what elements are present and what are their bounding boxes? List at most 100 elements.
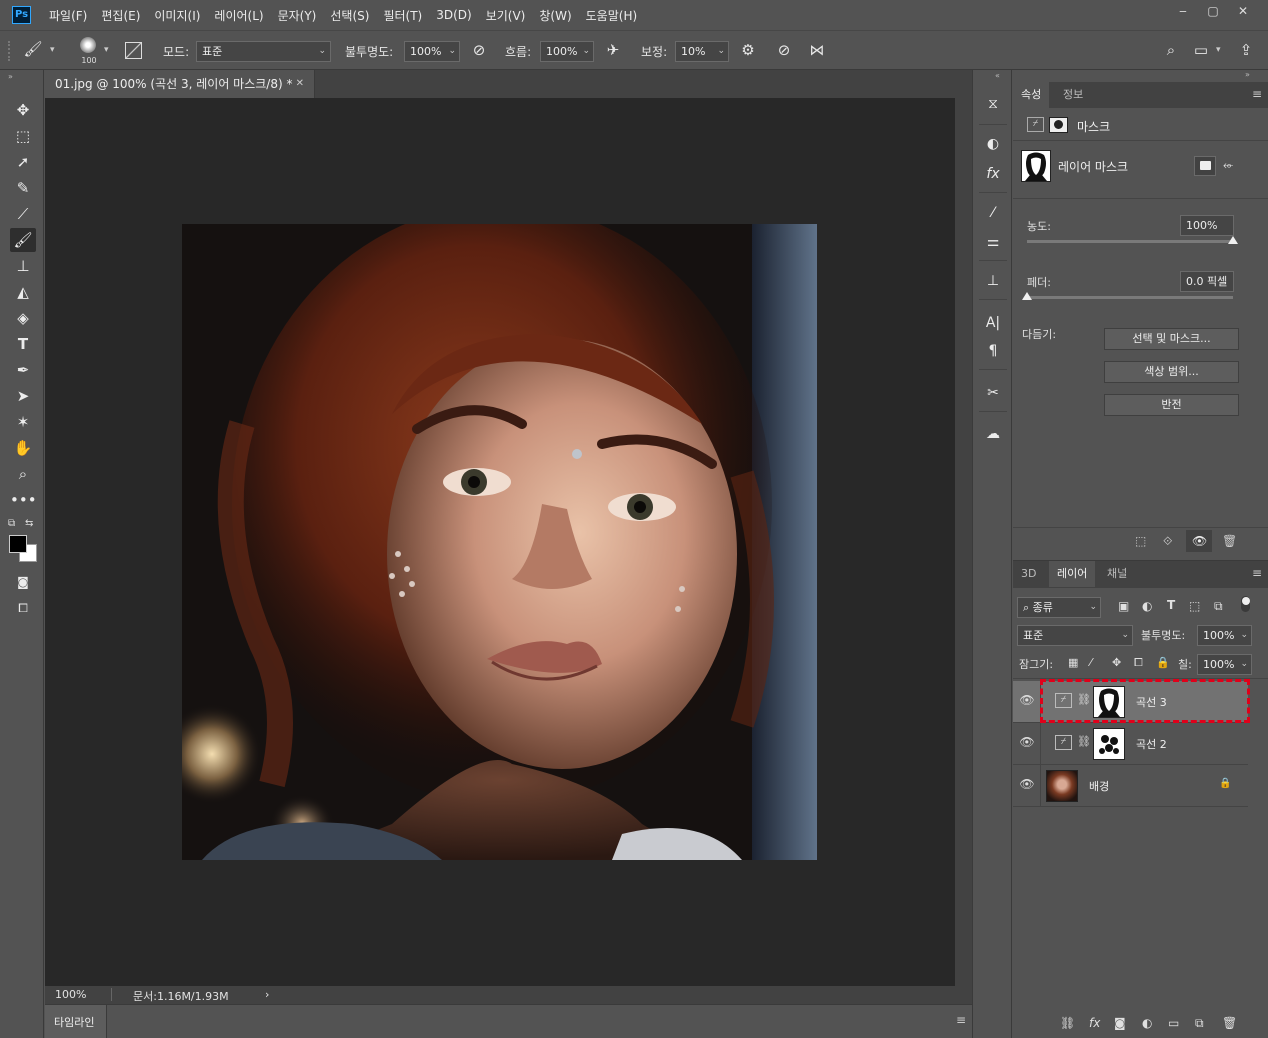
lasso-tool-icon[interactable]: ➚: [10, 150, 36, 174]
apply-mask-icon[interactable]: ⟐: [1163, 534, 1172, 549]
link-icon[interactable]: ⛓: [1077, 693, 1091, 706]
tab-channels[interactable]: 채널: [1099, 561, 1135, 587]
menu-file[interactable]: 파일(F): [42, 7, 94, 24]
eye-icon[interactable]: 👁: [1019, 735, 1035, 749]
eraser-tool-icon[interactable]: ◭: [10, 280, 36, 304]
layer-row[interactable]: 👁 ⌿ ⛓ 곡선 2: [1013, 723, 1248, 765]
foreground-color-swatch[interactable]: [9, 535, 27, 553]
invert-button[interactable]: 반전: [1104, 394, 1239, 416]
adjustment-filter-icon[interactable]: ◐: [1142, 599, 1152, 613]
mode-select[interactable]: 표준 ⌄: [196, 41, 331, 62]
layer-row[interactable]: 👁 배경 🔒: [1013, 765, 1248, 807]
layer-opacity-input[interactable]: 100% ⌄: [1197, 625, 1252, 646]
menu-layer[interactable]: 레이어(L): [207, 7, 270, 24]
menu-help[interactable]: 도움말(H): [579, 7, 645, 24]
paragraph-icon[interactable]: ¶: [981, 339, 1005, 363]
default-colors-icon[interactable]: ⧉: [8, 518, 15, 529]
collapse-icon[interactable]: «: [995, 71, 1000, 80]
curves-adjustment-icon[interactable]: ⌿: [1027, 117, 1044, 132]
tab-layers[interactable]: 레이어: [1049, 561, 1096, 587]
density-input[interactable]: 100%: [1180, 215, 1234, 236]
brush-preset-icon[interactable]: [80, 37, 96, 53]
hand-tool-icon[interactable]: ✋: [10, 436, 36, 460]
menu-3d[interactable]: 3D(D): [429, 8, 478, 22]
new-layer-icon[interactable]: ⧉: [1195, 1016, 1204, 1031]
menu-select[interactable]: 선택(S): [323, 7, 376, 24]
workspace-icon[interactable]: ▭: [1190, 41, 1212, 59]
tools-presets-icon[interactable]: ✂: [981, 381, 1005, 405]
chevron-down-icon[interactable]: ▾: [1216, 45, 1221, 55]
lock-artboard-icon[interactable]: ⧠: [1134, 656, 1143, 670]
menu-window[interactable]: 창(W): [532, 7, 578, 24]
path-select-tool-icon[interactable]: ➤: [10, 384, 36, 408]
character-icon[interactable]: A|: [981, 311, 1005, 335]
lock-position-icon[interactable]: ✥: [1112, 656, 1121, 669]
new-adjustment-icon[interactable]: ◐: [1142, 1016, 1152, 1030]
mask-icon[interactable]: [1049, 117, 1068, 133]
gear-icon[interactable]: ⚙: [737, 41, 759, 59]
vertical-scrollbar[interactable]: [955, 98, 972, 986]
gradient-tool-icon[interactable]: ◈: [10, 306, 36, 330]
tab-info[interactable]: 정보: [1055, 82, 1091, 108]
smart-object-filter-icon[interactable]: ⧉: [1214, 599, 1223, 614]
adjustments-icon[interactable]: ◐: [981, 132, 1005, 156]
screen-mode-icon[interactable]: ⧠: [10, 596, 36, 620]
quick-select-tool-icon[interactable]: ✎: [10, 176, 36, 200]
history-icon[interactable]: ⧖: [981, 92, 1005, 116]
stamp-tool-icon[interactable]: ⊥: [10, 254, 36, 278]
trash-icon[interactable]: 🗑: [1222, 1016, 1237, 1030]
menu-edit[interactable]: 편집(E): [94, 7, 147, 24]
panel-menu-icon[interactable]: ≡: [956, 1013, 966, 1027]
brush-tool-icon[interactable]: 🖌: [22, 40, 44, 58]
canvas-area[interactable]: [45, 98, 955, 986]
feather-input[interactable]: 0.0 픽셀: [1180, 271, 1234, 292]
styles-icon[interactable]: fx: [981, 162, 1005, 186]
collapse-icon[interactable]: »: [8, 72, 13, 81]
tab-properties[interactable]: 속성: [1013, 82, 1050, 108]
airbrush-icon[interactable]: ✈: [602, 41, 624, 59]
feather-slider-thumb[interactable]: [1022, 292, 1032, 300]
menu-type[interactable]: 문자(Y): [271, 7, 324, 24]
collapse-icon[interactable]: »: [1245, 70, 1250, 79]
type-filter-icon[interactable]: T: [1167, 598, 1175, 612]
pen-tool-icon[interactable]: ✒: [10, 358, 36, 382]
document-tab[interactable]: 01.jpg @ 100% (곡선 3, 레이어 마스크/8) * ✕: [45, 70, 315, 98]
flow-input[interactable]: 100% ⌄: [540, 41, 594, 62]
brush-tool-icon[interactable]: 🖌: [10, 228, 36, 252]
load-selection-icon[interactable]: ⬚: [1135, 534, 1146, 548]
panel-menu-icon[interactable]: ≡: [1252, 566, 1262, 580]
add-mask-icon[interactable]: ◙: [1114, 1016, 1126, 1030]
fill-input[interactable]: 100% ⌄: [1197, 654, 1252, 675]
tab-3d[interactable]: 3D: [1013, 561, 1044, 587]
smoothing-input[interactable]: 10% ⌄: [675, 41, 729, 62]
filter-kind-select[interactable]: ⌕ 종류 ⌄: [1017, 597, 1101, 618]
lock-all-icon[interactable]: 🔒: [1156, 656, 1170, 669]
trash-icon[interactable]: 🗑: [1222, 534, 1237, 548]
link-layers-icon[interactable]: ⛓: [1060, 1016, 1075, 1030]
feather-slider[interactable]: [1022, 292, 1233, 300]
document-image[interactable]: [182, 224, 817, 860]
minimize-button[interactable]: ‒: [1168, 0, 1198, 22]
zoom-tool-icon[interactable]: ⌕: [10, 462, 36, 486]
panel-menu-icon[interactable]: ≡: [1252, 87, 1262, 101]
mask-thumbnail[interactable]: [1093, 728, 1125, 760]
close-icon[interactable]: ✕: [296, 70, 304, 98]
chevron-right-icon[interactable]: ›: [265, 988, 269, 1001]
mask-thumbnail[interactable]: [1093, 686, 1125, 718]
color-range-button[interactable]: 색상 범위...: [1104, 361, 1239, 383]
density-slider[interactable]: [1027, 236, 1238, 244]
layer-row[interactable]: 👁 ⌿ ⛓ 곡선 3: [1013, 681, 1248, 723]
pixel-filter-icon[interactable]: ▣: [1118, 599, 1129, 613]
share-icon[interactable]: ⇪: [1235, 41, 1257, 59]
fx-icon[interactable]: fx: [1089, 1016, 1100, 1030]
menu-view[interactable]: 보기(V): [479, 7, 533, 24]
search-icon[interactable]: ⌕: [1160, 41, 1182, 59]
libraries-icon[interactable]: ☁: [981, 422, 1005, 446]
eyedropper-tool-icon[interactable]: ⟋: [10, 202, 36, 226]
timeline-tab[interactable]: 타임라인: [54, 1014, 94, 1030]
new-group-icon[interactable]: ▭: [1168, 1016, 1179, 1030]
swap-colors-icon[interactable]: ⇆: [25, 518, 33, 529]
zoom-level[interactable]: 100%: [55, 988, 86, 1001]
move-tool-icon[interactable]: ✥: [10, 98, 36, 122]
brush-settings-icon[interactable]: ⚌: [981, 230, 1005, 254]
